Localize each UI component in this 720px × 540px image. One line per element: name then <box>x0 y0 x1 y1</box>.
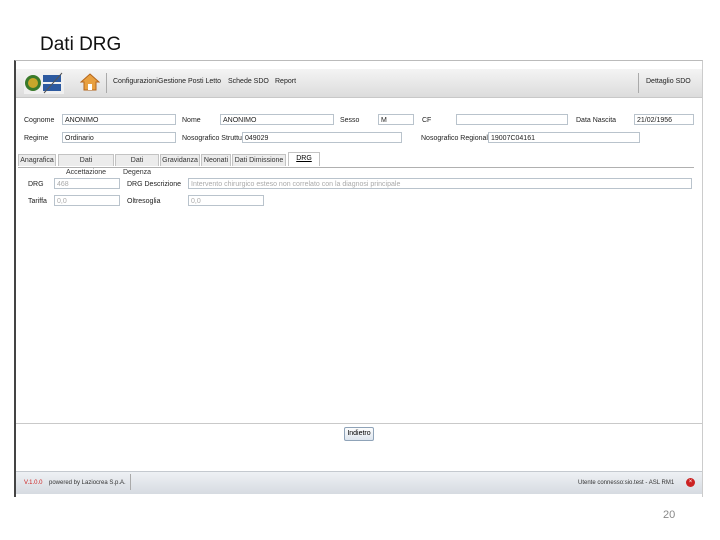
oltresoglia-field[interactable]: 0,0 <box>188 195 264 206</box>
regime-field[interactable]: Ordinario <box>62 132 176 143</box>
nome-label: Nome <box>182 117 201 124</box>
nosografico-struttura-label: Nosografico Struttura <box>182 135 249 142</box>
tab-bar: Anagrafica Dati Accettazione Dati Degenz… <box>18 152 694 176</box>
data-nascita-label: Data Nascita <box>576 117 617 124</box>
version-text: V.1.0.0 <box>24 480 43 486</box>
tab-gravidanza[interactable]: Gravidanza <box>160 154 200 166</box>
drg-label: DRG <box>28 181 44 188</box>
menu-separator <box>638 73 639 93</box>
content-divider <box>16 423 702 424</box>
cf-field[interactable] <box>456 114 568 125</box>
tab-dati-dimissione[interactable]: Dati Dimissione <box>232 154 286 166</box>
detail-title: Dettaglio SDO <box>646 78 691 85</box>
logout-icon[interactable]: × <box>686 478 695 487</box>
menu-schede-sdo[interactable]: Schede SDO <box>228 78 269 85</box>
cognome-field[interactable]: ANONIMO <box>62 114 176 125</box>
nosografico-struttura-field[interactable]: 049029 <box>242 132 402 143</box>
top-menu-bar: Configurazioni Gestione Posti Letto Sche… <box>16 69 702 98</box>
footer-bar: V.1.0.0 powered by Laziocrea S.p.A. Uten… <box>16 471 702 494</box>
menu-configurazioni[interactable]: Configurazioni <box>113 78 158 85</box>
tab-dati-degenza[interactable]: Dati Degenza <box>115 154 159 176</box>
app-window: Configurazioni Gestione Posti Letto Sche… <box>14 60 703 497</box>
sesso-field[interactable]: M <box>378 114 414 125</box>
drg-descrizione-label: DRG Descrizione <box>127 181 182 188</box>
regime-label: Regime <box>24 135 49 142</box>
cognome-label: Cognome <box>24 117 55 124</box>
regione-lazio-logo[interactable] <box>24 72 64 94</box>
powered-by-text: powered by Laziocrea S.p.A. <box>49 480 126 486</box>
connected-user-text: Utente connesso:sio.test - ASL RM1 <box>578 480 675 486</box>
tab-neonati[interactable]: Neonati <box>201 154 231 166</box>
tab-drg[interactable]: DRG <box>288 152 320 166</box>
menu-gestione-posti-letto[interactable]: Gestione Posti Letto <box>158 78 221 85</box>
footer-separator <box>130 474 131 490</box>
slide-title: Dati DRG <box>40 34 122 55</box>
sesso-label: Sesso <box>340 117 360 124</box>
home-icon[interactable] <box>79 72 101 92</box>
menu-separator <box>106 73 107 93</box>
back-button[interactable]: Indietro <box>344 427 374 441</box>
drg-descrizione-field[interactable]: Intervento chirurgico esteso non correla… <box>188 178 692 189</box>
tariffa-field[interactable]: 0,0 <box>54 195 120 206</box>
nosografico-regionale-label: Nosografico Regionale <box>421 135 492 142</box>
menu-report[interactable]: Report <box>275 78 296 85</box>
tab-anagrafica[interactable]: Anagrafica <box>18 154 56 166</box>
data-nascita-field[interactable]: 21/02/1956 <box>634 114 694 125</box>
page-number: 20 <box>663 509 676 521</box>
oltresoglia-label: Oltresoglia <box>127 198 161 205</box>
tariffa-label: Tariffa <box>28 198 47 205</box>
cf-label: CF <box>422 117 432 124</box>
tab-dati-accettazione[interactable]: Dati Accettazione <box>58 154 114 176</box>
drg-field[interactable]: 468 <box>54 178 120 189</box>
nome-field[interactable]: ANONIMO <box>220 114 334 125</box>
nosografico-regionale-field[interactable]: 19007C04161 <box>488 132 640 143</box>
